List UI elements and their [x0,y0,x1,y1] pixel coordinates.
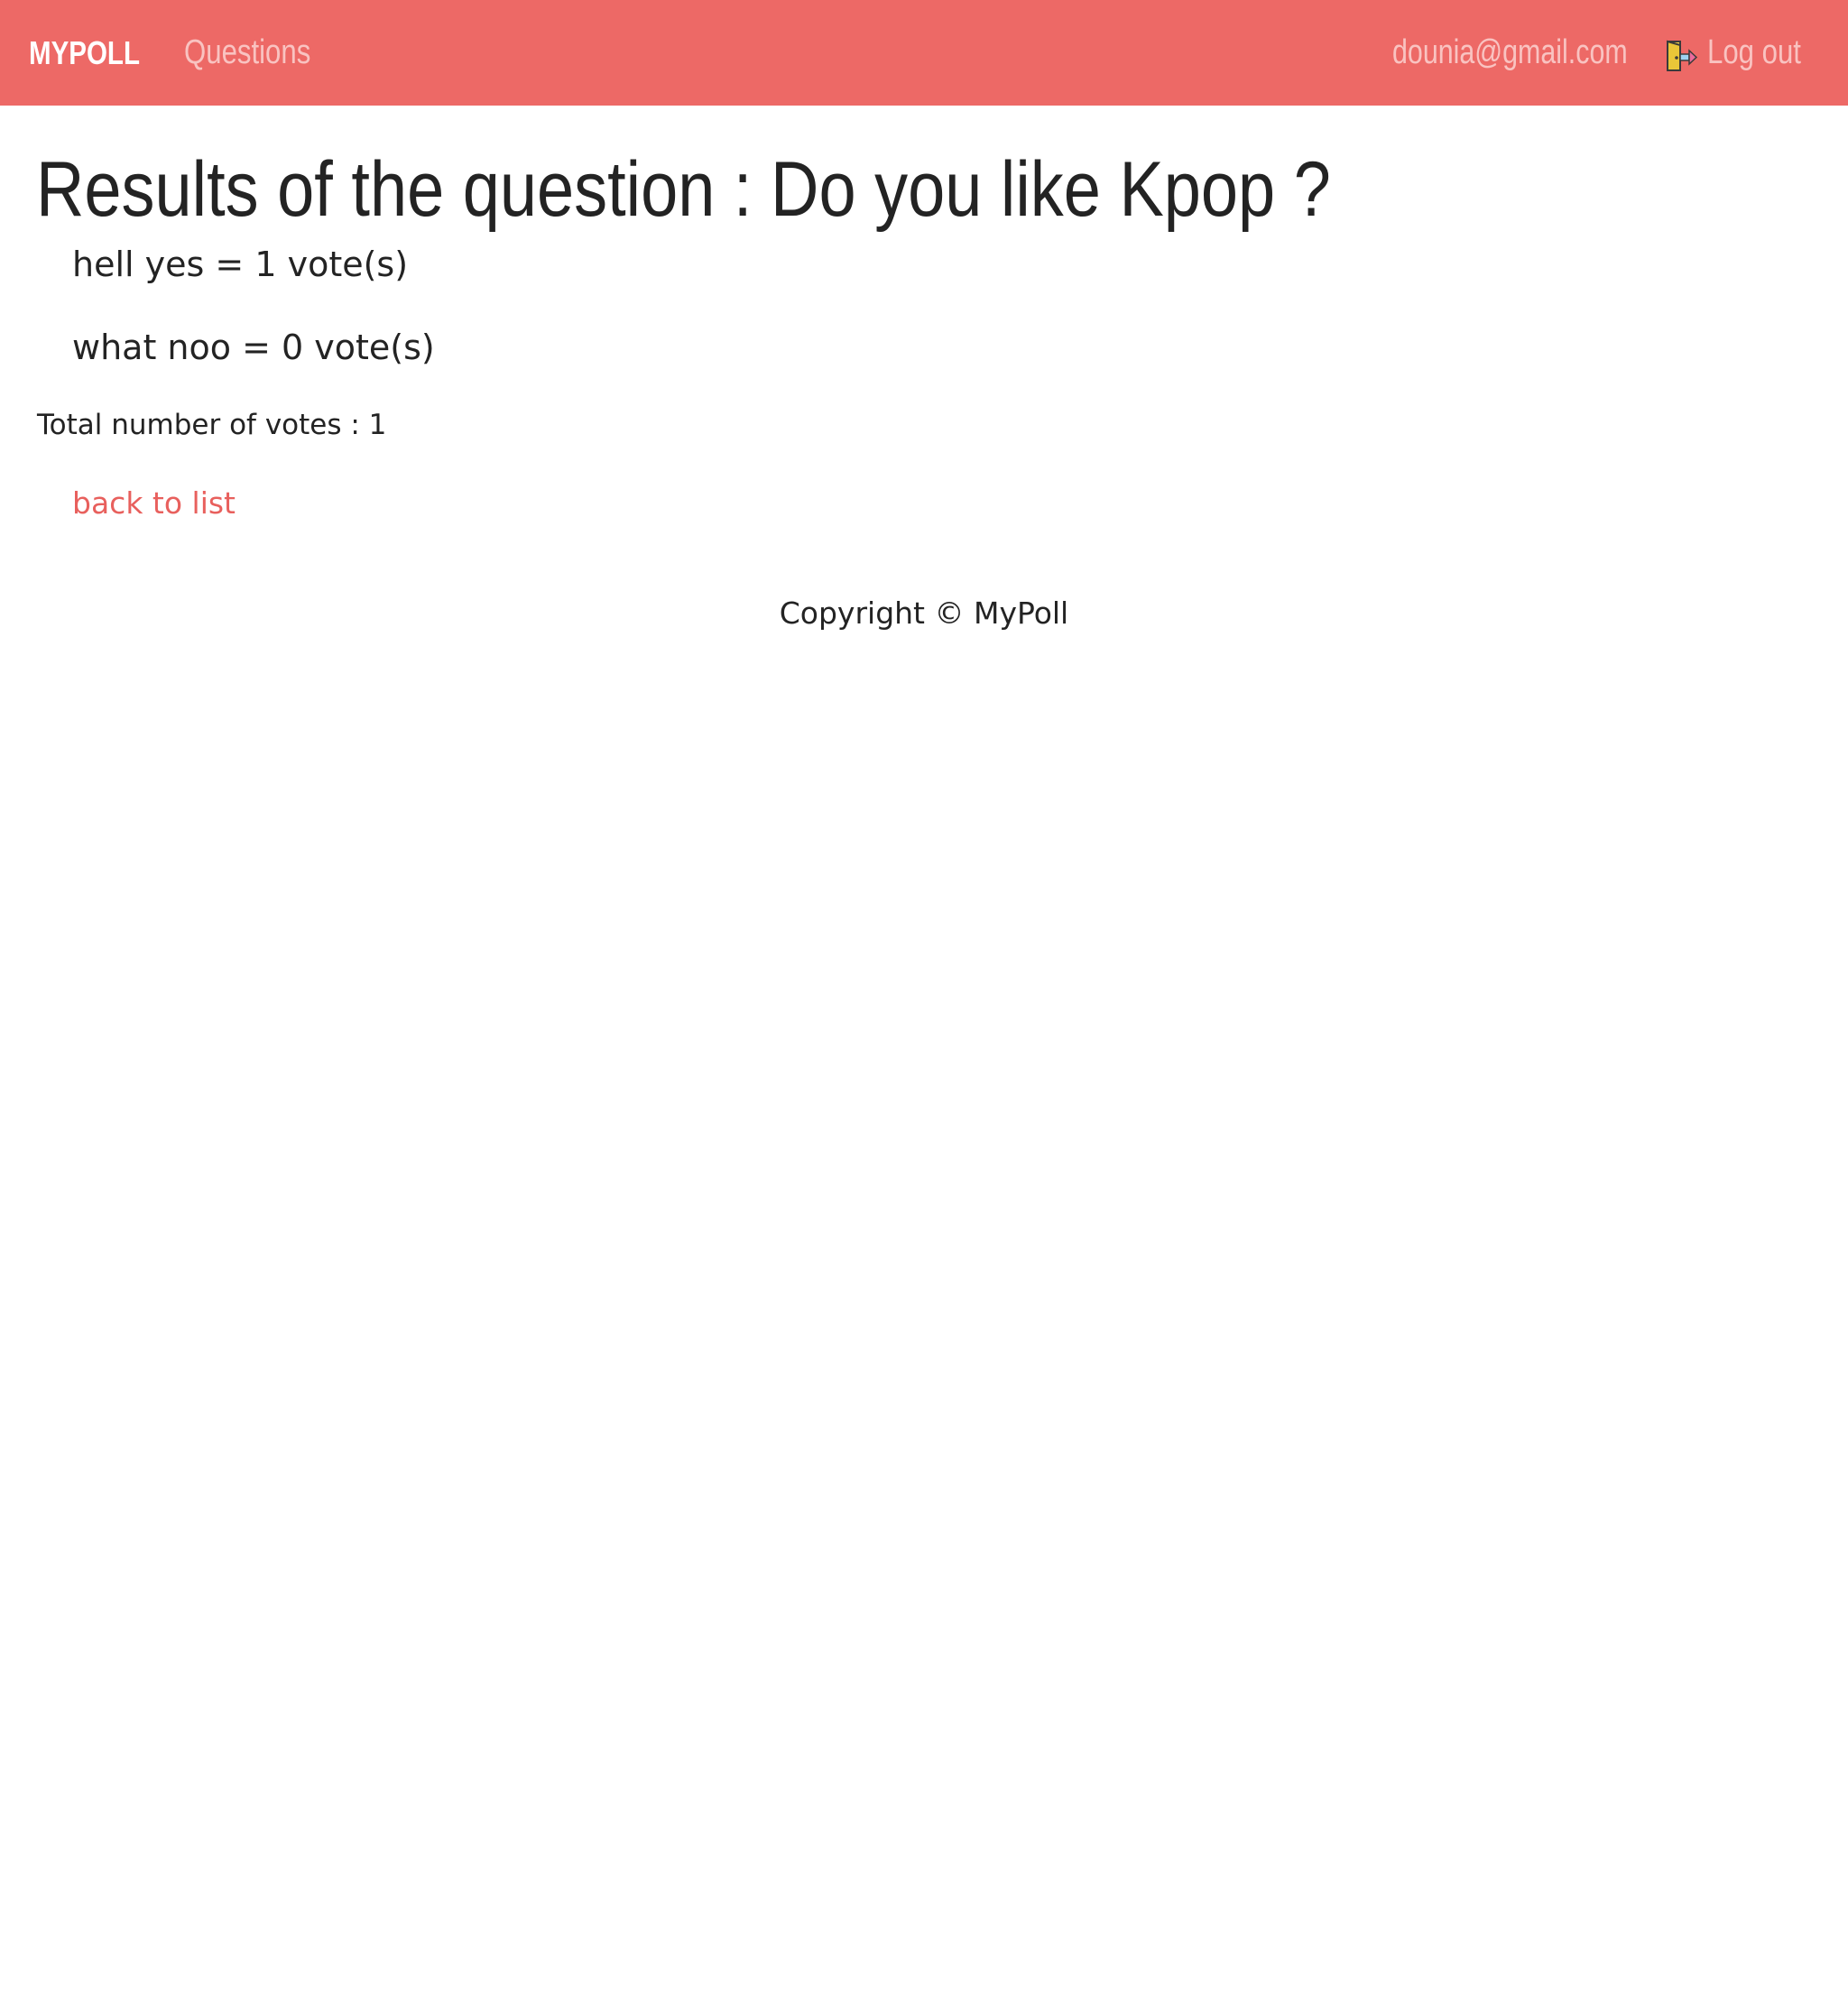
back-to-list-link[interactable]: back to list [72,485,236,522]
nav-questions-link[interactable]: Questions [184,33,310,72]
brand-link[interactable]: MYPOLL [29,34,140,72]
choice-result-1: hell yes = 1 vote(s) [72,245,409,284]
user-email-link[interactable]: dounia@gmail.com [1392,33,1628,72]
total-votes: Total number of votes : 1 [37,409,387,441]
logout-link[interactable]: Log out [1707,33,1801,72]
navbar: MYPOLL Questions dounia@gmail.com Log ou… [0,0,1848,106]
choice-result-2: what noo = 0 vote(s) [72,328,435,367]
footer-copyright: Copyright © MyPoll [779,595,1069,631]
door-exit-icon[interactable] [1664,38,1698,74]
page-title: Results of the question : Do you like Kp… [36,146,1331,233]
